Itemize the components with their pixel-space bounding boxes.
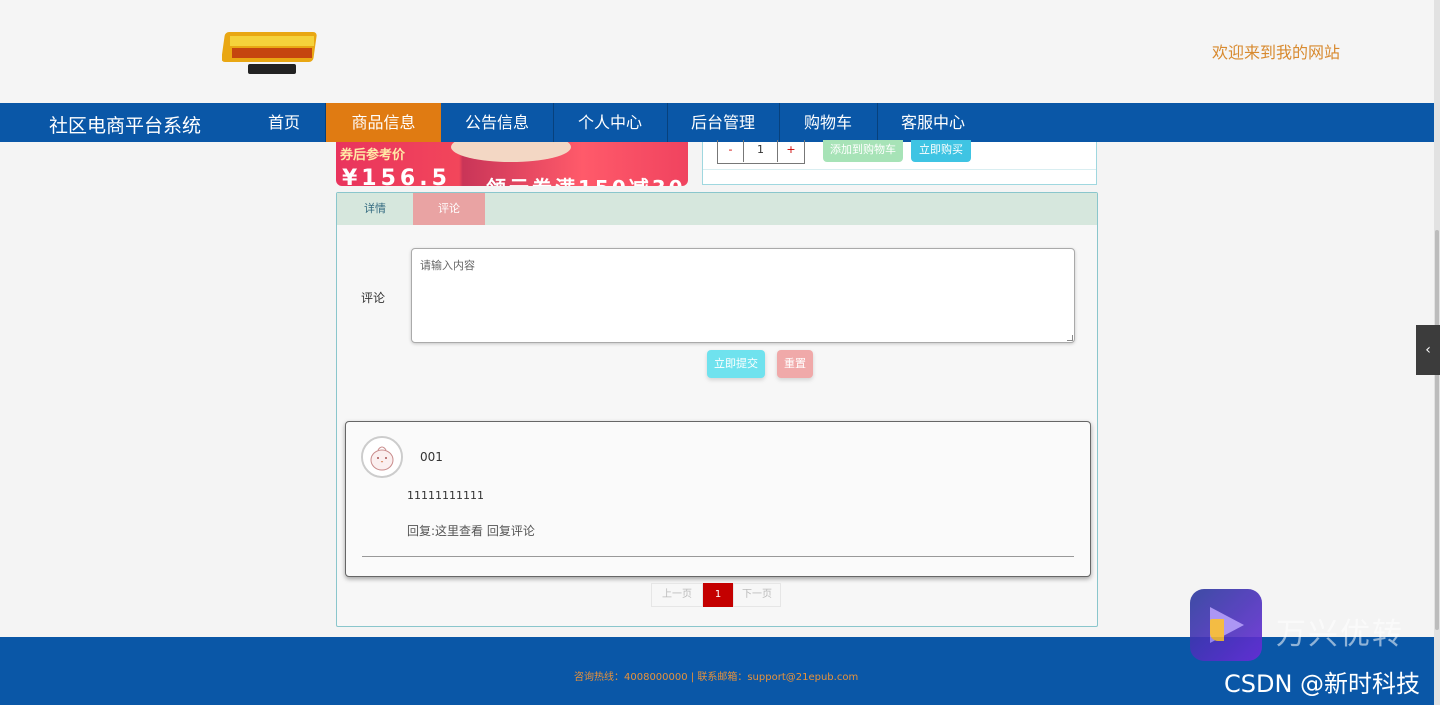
promo-price: ¥156.5 — [342, 166, 451, 186]
product-photo — [451, 142, 571, 162]
nav-profile[interactable]: 个人中心 — [554, 103, 666, 142]
reset-button[interactable]: 重置 — [777, 350, 813, 378]
resize-grip-icon[interactable] — [1067, 335, 1073, 341]
purchase-box: - 1 + 添加到购物车 立即购买 — [702, 140, 1097, 185]
buy-now-button[interactable]: 立即购买 — [911, 140, 971, 162]
nav-home[interactable]: 首页 — [244, 103, 324, 142]
footer-contact: 咨询热线：4008000000 | 联系邮箱：support@21epub.co… — [574, 672, 859, 683]
nav-announcements[interactable]: 公告信息 — [442, 103, 552, 142]
avatar — [361, 436, 403, 478]
comment-text: 11111111111 — [407, 489, 484, 502]
scrollbar-thumb[interactable] — [1435, 230, 1439, 630]
nav-admin[interactable]: 后台管理 — [668, 103, 778, 142]
comment-username: 001 — [420, 450, 443, 464]
quantity-stepper: - 1 + — [717, 140, 805, 164]
welcome-text: 欢迎来到我的网站 — [1212, 43, 1341, 62]
nav-support[interactable]: 客服中心 — [878, 103, 988, 142]
watermark-logo-icon — [1190, 589, 1262, 661]
promo-tag: 券后参考价 — [340, 148, 406, 163]
comment-input[interactable] — [411, 248, 1075, 343]
prev-page-button[interactable]: 上一页 — [651, 583, 703, 607]
watermark-shape — [1210, 619, 1224, 641]
nav-cart[interactable]: 购物车 — [780, 103, 876, 142]
site-brand[interactable]: 社区电商平台系统 — [49, 111, 201, 138]
next-page-button[interactable]: 下一页 — [733, 583, 781, 607]
divider — [703, 169, 1096, 170]
tab-comment[interactable]: 评论 — [413, 193, 485, 225]
chevron-left-icon[interactable]: ‹ — [1416, 325, 1440, 375]
main-nav: 社区电商平台系统 首页 商品信息 公告信息 个人中心 后台管理 购物车 客服中心 — [0, 103, 1434, 142]
quantity-value[interactable]: 1 — [744, 140, 778, 162]
promo-text: 领云券满150减30 — [486, 172, 686, 186]
reply-link[interactable]: 回复:这里查看 回复评论 — [407, 522, 535, 539]
nav-products[interactable]: 商品信息 — [326, 103, 441, 142]
csdn-watermark: CSDN @新时科技 — [1224, 670, 1421, 698]
divider — [362, 556, 1074, 557]
tab-bar: 详情 评论 — [337, 193, 1097, 225]
page-1-button[interactable]: 1 — [703, 583, 733, 607]
add-to-cart-button[interactable]: 添加到购物车 — [823, 140, 903, 162]
comment-card: 001 11111111111 回复:这里查看 回复评论 — [345, 421, 1091, 577]
tab-panel: 详情 评论 评论 立即提交 重置 001 11111111111 回复:这里查看… — [336, 192, 1098, 627]
chick-avatar-icon — [363, 438, 401, 476]
site-logo[interactable] — [222, 26, 322, 76]
quantity-plus-button[interactable]: + — [778, 140, 804, 162]
product-image: 券后参考价 ¥156.5 领云券满150减30 — [336, 142, 688, 186]
watermark-text: 万兴优转 — [1276, 617, 1404, 652]
site-header: 欢迎来到我的网站 — [0, 0, 1440, 103]
comment-label: 评论 — [361, 291, 386, 305]
quantity-minus-button[interactable]: - — [718, 140, 744, 162]
pagination: 上一页 1 下一页 — [651, 583, 781, 607]
tab-detail[interactable]: 详情 — [337, 193, 413, 225]
submit-button[interactable]: 立即提交 — [707, 350, 765, 378]
